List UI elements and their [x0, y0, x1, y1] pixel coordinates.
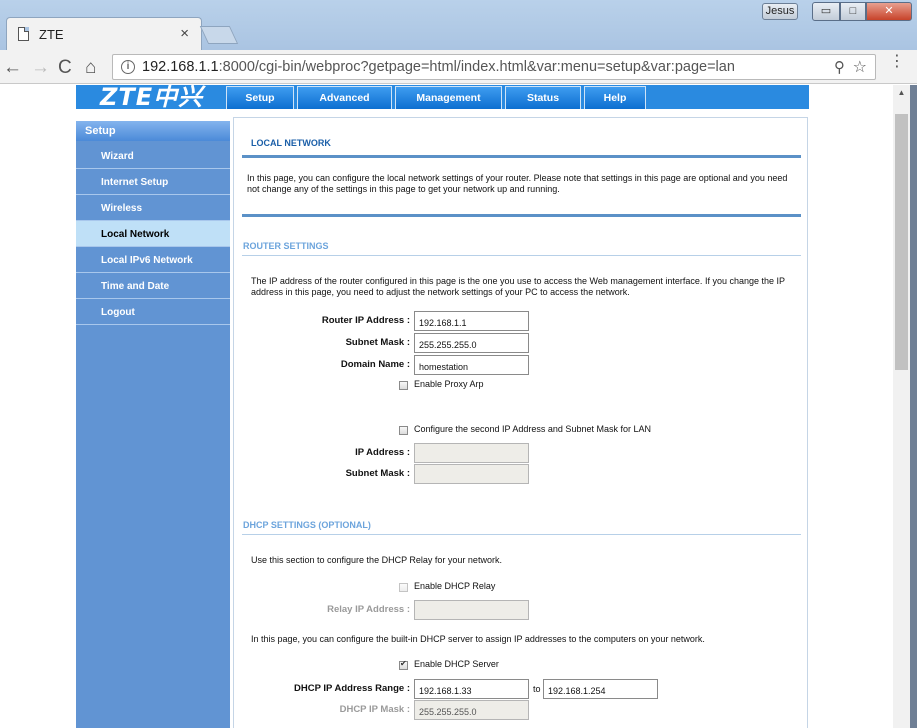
- profile-button[interactable]: Jesus: [762, 3, 798, 20]
- dhcp-range-end-input[interactable]: [543, 679, 658, 699]
- router-settings-intro: The IP address of the router configured …: [251, 276, 785, 297]
- zoom-icon[interactable]: ⚲: [834, 58, 845, 76]
- subnet-mask-input[interactable]: [414, 333, 529, 353]
- new-tab-button[interactable]: [199, 26, 239, 44]
- sidebar: Setup Wizard Internet Setup Wireless Loc…: [76, 121, 230, 728]
- local-network-title: LOCAL NETWORK: [251, 138, 331, 148]
- section-rule: [242, 534, 801, 535]
- tab-help[interactable]: Help: [584, 86, 646, 109]
- sidebar-item-internet-setup[interactable]: Internet Setup: [76, 169, 230, 195]
- dhcp-settings-title: DHCP SETTINGS (OPTIONAL): [243, 520, 371, 530]
- relay-ip-label: Relay IP Address :: [327, 604, 410, 615]
- page-icon: [18, 27, 29, 41]
- info-icon[interactable]: i: [121, 60, 135, 74]
- tab-setup[interactable]: Setup: [226, 86, 294, 109]
- reload-icon[interactable]: C: [58, 57, 72, 79]
- address-bar[interactable]: i 192.168.1.1:8000/cgi-bin/webproc?getpa…: [112, 54, 876, 80]
- sidebar-title: Setup: [76, 121, 230, 141]
- range-to-label: to: [533, 684, 541, 694]
- tab-management[interactable]: Management: [395, 86, 502, 109]
- router-ip-label: Router IP Address :: [321, 315, 410, 326]
- domain-name-input[interactable]: [414, 355, 529, 375]
- router-settings-title: ROUTER SETTINGS: [243, 241, 329, 251]
- subnet-mask-2-label: Subnet Mask :: [345, 468, 410, 479]
- scroll-up-icon[interactable]: ▲: [893, 88, 910, 97]
- browser-titlebar: ZTE × Jesus ▭ □ ✕: [0, 0, 917, 50]
- url-host: 192.168.1.1: [142, 59, 219, 75]
- tab-status[interactable]: Status: [505, 86, 581, 109]
- close-tab-icon[interactable]: ×: [180, 25, 189, 42]
- vertical-scrollbar[interactable]: ▲: [893, 85, 910, 728]
- local-network-intro: In this page, you can configure the loca…: [247, 173, 788, 194]
- router-header: ZTE中兴 Setup Advanced Management Status H…: [76, 85, 809, 111]
- dhcp-range-start-input[interactable]: [414, 679, 529, 699]
- top-nav: Setup Advanced Management Status Help: [226, 86, 649, 109]
- dhcp-server-label: Enable DHCP Server: [414, 659, 499, 669]
- back-arrow-icon[interactable]: ←: [3, 57, 22, 79]
- forward-arrow-icon[interactable]: →: [31, 57, 50, 79]
- section-rule: [242, 255, 801, 256]
- section-divider: [242, 155, 801, 158]
- zte-logo: ZTE中兴: [100, 85, 204, 111]
- dhcp-mask-input[interactable]: [414, 700, 529, 720]
- tab-title: ZTE: [39, 27, 64, 42]
- subnet-mask-label: Subnet Mask :: [345, 337, 410, 348]
- scroll-thumb[interactable]: [895, 114, 908, 370]
- subnet-mask-2-input[interactable]: [414, 464, 529, 484]
- close-window-button[interactable]: ✕: [866, 2, 912, 21]
- home-icon[interactable]: ⌂: [85, 57, 96, 79]
- sidebar-item-wireless[interactable]: Wireless: [76, 195, 230, 221]
- sidebar-item-wizard[interactable]: Wizard: [76, 143, 230, 169]
- url-path: :8000/cgi-bin/webproc?getpage=html/index…: [218, 59, 735, 75]
- ip-address-input[interactable]: [414, 443, 529, 463]
- bookmark-star-icon[interactable]: ☆: [853, 57, 867, 77]
- section-divider: [242, 214, 801, 217]
- tab-advanced[interactable]: Advanced: [297, 86, 392, 109]
- dhcp-relay-checkbox[interactable]: [399, 583, 408, 592]
- browser-toolbar: ← → C ⌂ i 192.168.1.1:8000/cgi-bin/webpr…: [0, 50, 917, 84]
- relay-ip-input[interactable]: [414, 600, 529, 620]
- page-viewport: ZTE中兴 Setup Advanced Management Status H…: [0, 85, 893, 728]
- router-ip-input[interactable]: [414, 311, 529, 331]
- minimize-button[interactable]: ▭: [812, 2, 840, 21]
- sidebar-item-time-and-date[interactable]: Time and Date: [76, 273, 230, 299]
- dhcp-server-checkbox[interactable]: [399, 659, 408, 670]
- browser-tab[interactable]: ZTE ×: [6, 17, 202, 50]
- browser-menu-icon[interactable]: ⋮: [889, 54, 905, 70]
- sidebar-item-local-network[interactable]: Local Network: [76, 221, 230, 247]
- second-ip-label: Configure the second IP Address and Subn…: [414, 424, 651, 434]
- dhcp-relay-label: Enable DHCP Relay: [414, 581, 496, 591]
- content-panel: LOCAL NETWORK In this page, you can conf…: [233, 117, 808, 728]
- maximize-button[interactable]: □: [840, 2, 866, 21]
- proxy-arp-label: Enable Proxy Arp: [414, 379, 484, 389]
- dhcp-server-intro: In this page, you can configure the buil…: [251, 634, 705, 644]
- sidebar-item-local-ipv6-network[interactable]: Local IPv6 Network: [76, 247, 230, 273]
- ip-address-label: IP Address :: [355, 447, 410, 458]
- dhcp-relay-intro: Use this section to configure the DHCP R…: [251, 555, 502, 565]
- url-text[interactable]: 192.168.1.1:8000/cgi-bin/webproc?getpage…: [142, 59, 735, 75]
- dhcp-mask-label: DHCP IP Mask :: [339, 704, 410, 715]
- proxy-arp-checkbox[interactable]: [399, 381, 408, 390]
- second-ip-checkbox[interactable]: [399, 426, 408, 435]
- domain-name-label: Domain Name :: [340, 359, 410, 370]
- sidebar-item-logout[interactable]: Logout: [76, 299, 230, 325]
- window-edge: [910, 85, 917, 728]
- dhcp-range-label: DHCP IP Address Range :: [294, 683, 410, 694]
